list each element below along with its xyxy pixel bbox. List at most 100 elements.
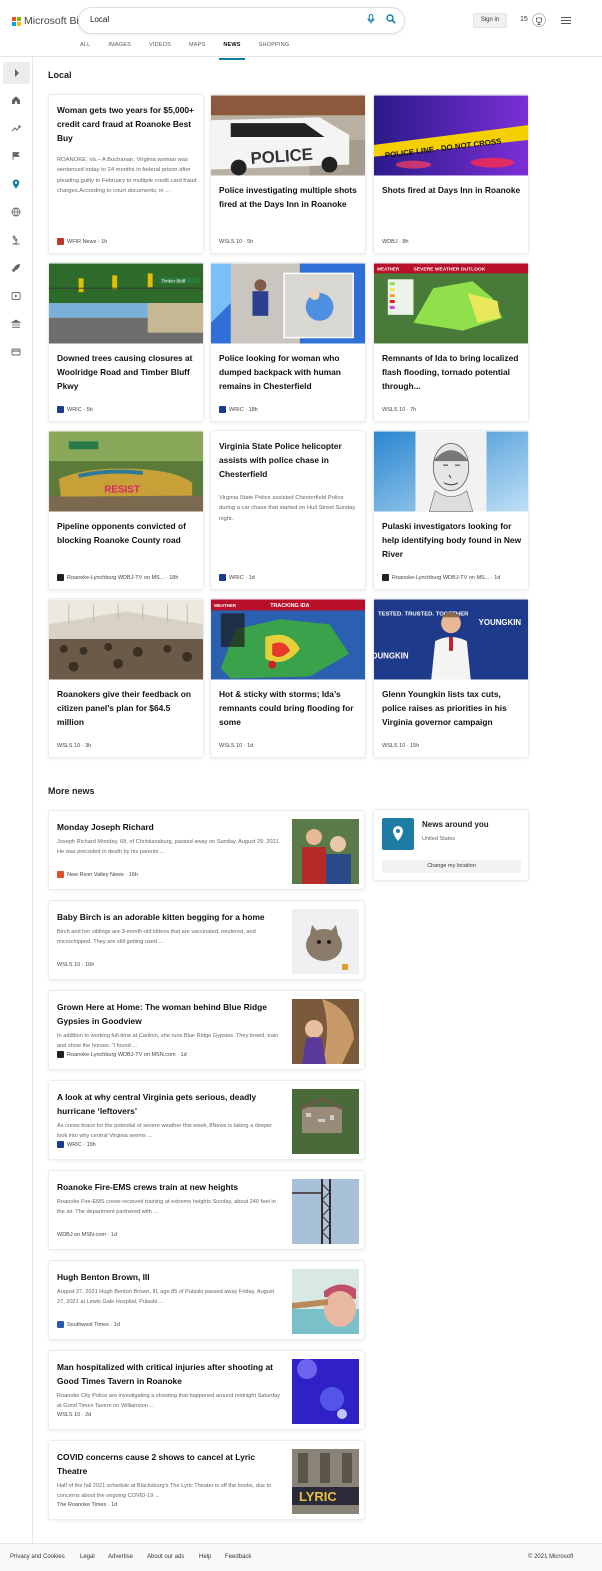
wdbj-logo-icon [57, 574, 64, 581]
footer-link-privacy[interactable]: Privacy and Cookies [10, 1554, 65, 1560]
more-news-item-3[interactable]: Grown Here at Home: The woman behind Blu… [48, 990, 365, 1070]
item-source: WSLS 10 · 16h [57, 962, 95, 968]
card-title[interactable]: Pipeline opponents convicted of blocking… [57, 519, 197, 547]
item-title[interactable]: Hugh Benton Brown, III [57, 1270, 283, 1284]
top-header: Microsoft Bing Local Sign in 15 ALL IMAG… [0, 0, 602, 60]
current-location: United States [422, 836, 456, 842]
trending-icon[interactable] [11, 123, 21, 133]
wfir-logo-icon [57, 238, 64, 245]
news-card-8[interactable]: Virginia State Police helicopter assists… [210, 430, 366, 590]
more-news-item-4[interactable]: A look at why central Virginia gets seri… [48, 1080, 365, 1160]
footer-link-legal[interactable]: Legal [80, 1554, 95, 1560]
card-title[interactable]: Remnants of Ida to bring localized flash… [382, 351, 522, 393]
tab-videos[interactable]: VIDEOS [149, 40, 171, 57]
svg-text:YOUNGKIN: YOUNGKIN [479, 618, 522, 627]
rewards-trophy-icon[interactable] [532, 13, 546, 27]
more-news-item-7[interactable]: Man hospitalized with critical injuries … [48, 1350, 365, 1430]
bank-icon[interactable] [11, 319, 21, 329]
card-source: WRIC · 5h [57, 406, 93, 413]
card-title[interactable]: Police looking for woman who dumped back… [219, 351, 359, 393]
more-news-item-6[interactable]: Hugh Benton Brown, III August 27, 2021 H… [48, 1260, 365, 1340]
tab-maps[interactable]: MAPS [189, 40, 205, 57]
candidate-speech-image: TESTED. TRUSTED. TOGETHER YOUNGKIN YOUNG… [374, 599, 528, 680]
news-card-12[interactable]: TESTED. TRUSTED. TOGETHER YOUNGKIN YOUNG… [373, 598, 529, 758]
item-source: New River Valley News · 16h [57, 871, 138, 878]
item-title[interactable]: Baby Birch is an adorable kitten begging… [57, 910, 283, 924]
news-card-2[interactable]: POLICE Police investigating multiple sho… [210, 94, 366, 254]
item-title[interactable]: Man hospitalized with critical injuries … [57, 1360, 283, 1388]
kitten-photo-thumbnail [292, 909, 359, 974]
footer-link-help[interactable]: Help [199, 1554, 211, 1560]
footer-link-feedback[interactable]: Feedback [225, 1554, 251, 1560]
item-title[interactable]: Monday Joseph Richard [57, 820, 283, 834]
svg-text:Timber Bluff: Timber Bluff [162, 278, 186, 283]
card-title[interactable]: Pulaski investigators looking for help i… [382, 519, 522, 561]
flag-icon[interactable] [11, 151, 21, 161]
copyright: © 2021 Microsoft [528, 1554, 574, 1560]
item-title[interactable]: A look at why central Virginia gets seri… [57, 1090, 283, 1118]
news-card-10[interactable]: Roanokers give their feedback on citizen… [48, 598, 204, 758]
microscope-icon[interactable] [11, 235, 21, 245]
card-title[interactable]: Virginia State Police helicopter assists… [219, 439, 359, 481]
wdbj-logo-icon [382, 574, 389, 581]
card-title[interactable]: Hot & sticky with storms; Ida’s remnants… [219, 687, 359, 729]
more-news-section-title: More news [48, 786, 95, 796]
item-title[interactable]: Grown Here at Home: The woman behind Blu… [57, 1000, 283, 1028]
more-news-item-2[interactable]: Baby Birch is an adorable kitten begging… [48, 900, 365, 980]
item-source: Roanoke-Lynchburg WDBJ-TV on MSN.com · 1… [57, 1051, 187, 1058]
credit-card-icon[interactable] [11, 347, 21, 357]
home-icon[interactable] [11, 95, 21, 105]
globe-icon[interactable] [11, 207, 21, 217]
card-source: WSLS 10 · 15h [382, 743, 420, 749]
news-card-9[interactable]: Pulaski investigators looking for help i… [373, 430, 529, 590]
card-source: WRIC · 1d [219, 574, 255, 581]
expand-sidebar-button[interactable] [3, 62, 30, 84]
tower-climb-thumbnail [292, 1179, 359, 1244]
wric-logo-icon [219, 406, 226, 413]
news-card-7[interactable]: RESIST Pipeline opponents convicted of b… [48, 430, 204, 590]
item-snippet: Roanoke City Police are investigating a … [57, 1393, 280, 1409]
item-title[interactable]: Roanoke Fire-EMS crews train at new heig… [57, 1180, 283, 1194]
more-news-item-8[interactable]: COVID concerns cause 2 shows to cancel a… [48, 1440, 365, 1520]
sign-in-button[interactable]: Sign in [473, 13, 507, 28]
news-card-4[interactable]: Timber Bluff Downed trees causing closur… [48, 262, 204, 422]
news-card-3[interactable]: POLICE LINE - DO NOT CROSS Shots fired a… [373, 94, 529, 254]
change-location-button[interactable]: Change my location [382, 860, 521, 873]
search-input[interactable]: Local [90, 15, 109, 24]
microsoft-logo-icon [12, 16, 21, 26]
card-title[interactable]: Police investigating multiple shots fire… [219, 183, 359, 211]
tab-news[interactable]: NEWS [219, 40, 246, 60]
item-title[interactable]: COVID concerns cause 2 shows to cancel a… [57, 1450, 283, 1478]
microphone-icon[interactable] [367, 14, 375, 24]
location-pin-icon[interactable] [11, 179, 21, 189]
rocket-icon[interactable] [11, 263, 21, 273]
more-news-item-5[interactable]: Roanoke Fire-EMS crews train at new heig… [48, 1170, 365, 1250]
hamburger-menu-icon[interactable] [561, 17, 571, 26]
news-card-1[interactable]: Woman gets two years for $5,000+ credit … [48, 94, 204, 254]
footer-link-advertise[interactable]: Advertise [108, 1554, 133, 1560]
card-title[interactable]: Roanokers give their feedback on citizen… [57, 687, 197, 729]
rewards-points[interactable]: 15 [520, 16, 528, 23]
news-card-11[interactable]: WEATHER TRACKING IDA Hot & sticky with s… [210, 598, 366, 758]
card-title[interactable]: Shots fired at Days Inn in Roanoke [382, 183, 522, 197]
tab-all[interactable]: ALL [80, 40, 90, 57]
tab-images[interactable]: IMAGES [108, 40, 131, 57]
item-snippet: Half of the fall 2021 schedule at Blacks… [57, 1483, 272, 1499]
item-source: The Roanoke Times · 1d [57, 1502, 118, 1508]
more-news-item-1[interactable]: Monday Joseph Richard Joseph Richard Mon… [48, 810, 365, 890]
search-icon[interactable] [386, 14, 396, 24]
lyric-theatre-thumbnail: LYRIC [292, 1449, 359, 1514]
news-card-6[interactable]: WEATHER SEVERE WEATHER OUTLOOK Remnants … [373, 262, 529, 422]
card-source: WSLS 10 · 3h [57, 743, 92, 749]
tab-shopping[interactable]: SHOPPING [259, 40, 290, 57]
video-icon[interactable] [11, 291, 21, 301]
search-box[interactable]: Local [79, 8, 404, 33]
card-title[interactable]: Glenn Youngkin lists tax cuts, police ra… [382, 687, 522, 729]
vertical-tabs: ALL IMAGES VIDEOS MAPS NEWS SHOPPING [80, 40, 307, 60]
footer-link-about-ads[interactable]: About our ads [147, 1554, 184, 1560]
card-title[interactable]: Woman gets two years for $5,000+ credit … [57, 103, 197, 145]
item-source: WRIC · 19h [57, 1141, 96, 1148]
wric-logo-icon [57, 406, 64, 413]
news-card-5[interactable]: Police looking for woman who dumped back… [210, 262, 366, 422]
card-title[interactable]: Downed trees causing closures at Woolrid… [57, 351, 197, 393]
